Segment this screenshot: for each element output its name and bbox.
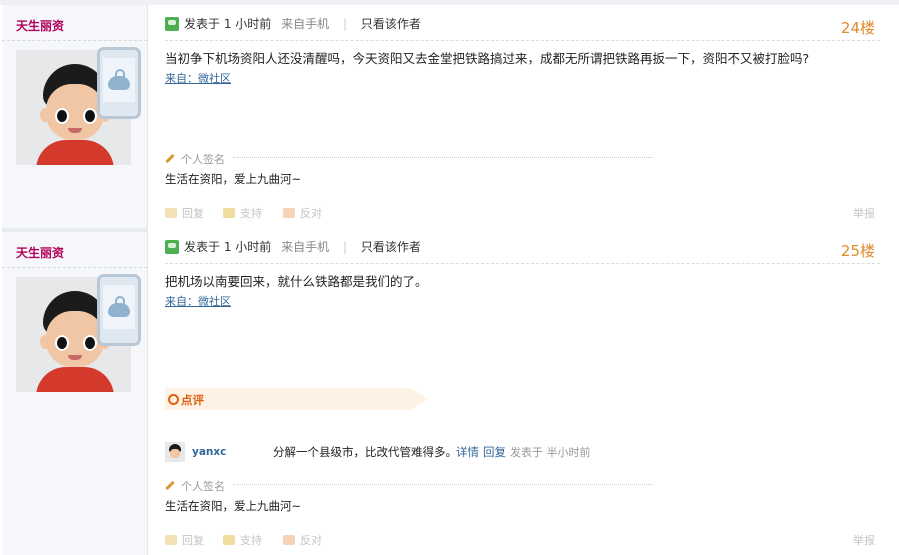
comment-reply-link[interactable]: 回复 [483,444,506,460]
floor-number[interactable]: 25楼 [841,240,875,261]
post-content: 把机场以南要回来，就什么铁路都是我们的了。 [165,274,428,289]
comment-detail-link[interactable]: 详情 [456,444,479,460]
pen-icon [165,480,175,491]
online-status-icon [165,17,179,31]
thumbs-down-icon [283,208,295,218]
post-meta: 发表于 1 小时前 来自手机 | 只看该作者 [165,16,421,32]
author-sidebar: 天生丽资 [2,228,148,555]
meta-separator: | [342,240,348,254]
reply-button[interactable]: 回复 [165,205,204,221]
comment-label: 点评 [181,393,204,407]
signature-text: 生活在资阳，爱上九曲河~ [165,172,302,186]
post-time: 1 小时前 [223,17,272,31]
sidebar-divider [2,267,147,268]
report-button[interactable]: 举报 [853,532,875,548]
online-status-icon [165,240,179,254]
posted-label: 发表于 [184,17,221,31]
author-only-link[interactable]: 只看该作者 [361,17,421,31]
comment-text: 分解一个县级市，比改代管难得多。 [273,445,457,459]
comment-user-link[interactable]: yanxc [192,446,226,458]
author-sidebar: 天生丽资 [2,5,148,228]
header-divider [165,40,880,41]
pen-icon [165,153,175,164]
thumbs-down-icon [283,535,295,545]
reply-button[interactable]: 回复 [165,532,204,548]
post-from: 来自手机 [281,240,330,254]
meta-separator: | [342,17,348,31]
comment-item: yanxc 分解一个县级市，比改代管难得多。 详情 回复 发表于 半小时前 [165,440,880,462]
post-time: 1 小时前 [223,240,272,254]
sidebar-divider [2,40,147,41]
source-link[interactable]: 来自：微社区 [165,293,231,309]
signature-label: 个人签名 [165,478,225,494]
author-name-link[interactable]: 天生丽资 [16,17,64,34]
signature-text: 生活在资阳，爱上九曲河~ [165,499,302,513]
floor-number[interactable]: 24楼 [841,17,875,38]
header-divider [165,263,880,264]
report-button[interactable]: 举报 [853,205,875,221]
support-button[interactable]: 支持 [223,205,262,221]
comment-avatar[interactable] [165,442,185,462]
thumbs-up-icon [223,535,235,545]
support-button[interactable]: 支持 [223,532,262,548]
post-meta: 发表于 1 小时前 来自手机 | 只看该作者 [165,239,421,255]
post-from: 来自手机 [281,17,330,31]
post-main: 发表于 1 小时前 来自手机 | 只看该作者 25楼 把机场以南要回来，就什么铁… [165,228,880,551]
comment-circle-icon [168,394,179,405]
oppose-button[interactable]: 反对 [283,205,322,221]
forum-post: 天生丽资 发表于 1 小时前 来自手机 | 只看该作者 [0,228,899,555]
author-name-link[interactable]: 天生丽资 [16,244,64,261]
signature-divider [233,484,653,485]
comment-section-header: 点评 [165,388,428,410]
post-content: 当初争下机场资阳人还没清醒吗，今天资阳又去金堂把铁路搞过来，成都无所谓把铁路再扳… [165,51,810,66]
mobile-badge-icon [97,47,141,119]
signature-divider [233,157,653,158]
post-actions: 回复 支持 反对 举报 [165,532,880,548]
oppose-button[interactable]: 反对 [283,532,322,548]
thumbs-up-icon [223,208,235,218]
signature-label: 个人签名 [165,151,225,167]
forum-post: 天生丽资 发表于 1 小时前 来自手机 | 只看该作者 [0,5,899,228]
reply-icon [165,208,177,218]
post-main: 发表于 1 小时前 来自手机 | 只看该作者 24楼 当初争下机场资阳人还没清醒… [165,5,880,228]
mobile-badge-icon [97,274,141,346]
author-only-link[interactable]: 只看该作者 [361,240,421,254]
post-actions: 回复 支持 反对 举报 [165,205,880,221]
comment-time: 发表于 半小时前 [510,446,591,459]
source-link[interactable]: 来自：微社区 [165,70,231,86]
posted-label: 发表于 [184,240,221,254]
reply-icon [165,535,177,545]
